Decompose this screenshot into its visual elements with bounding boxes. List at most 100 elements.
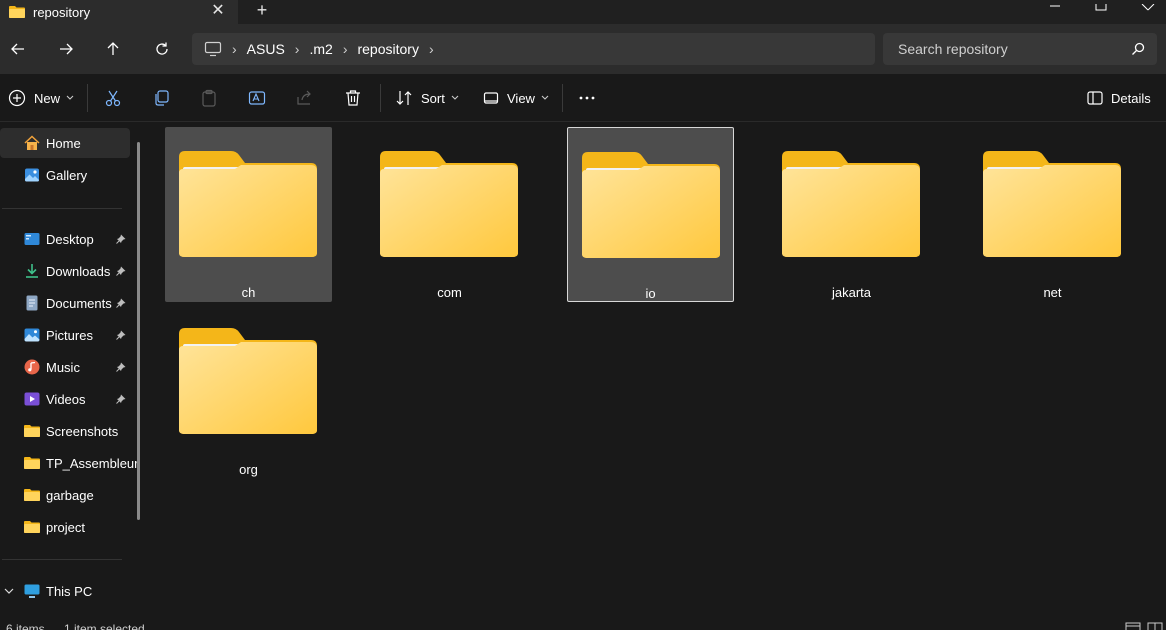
scissors-icon (105, 90, 121, 107)
folder-item[interactable]: net (969, 127, 1136, 302)
videos-icon (24, 392, 40, 406)
copy-button[interactable] (152, 86, 170, 110)
share-icon (297, 90, 311, 105)
downloads-icon (26, 264, 38, 278)
view-button[interactable]: View (483, 86, 549, 110)
sidebar-item-label: Pictures (46, 327, 93, 343)
new-tab-button[interactable]: + (252, 0, 272, 22)
sidebar-item-label: Gallery (46, 167, 88, 183)
sidebar-item-screenshots[interactable]: Screenshots (0, 416, 130, 446)
breadcrumb-m2[interactable]: .m2 (309, 41, 332, 57)
chevron-right-icon[interactable]: › (343, 41, 348, 57)
sidebar-item-garbage[interactable]: garbage (0, 480, 130, 510)
sidebar-item-desktop[interactable]: Desktop (0, 224, 130, 254)
chevron-right-icon[interactable]: › (429, 41, 434, 57)
folder-item[interactable]: com (366, 127, 533, 302)
sidebar-item-music[interactable]: Music (0, 352, 130, 382)
rename-icon (248, 91, 266, 105)
folder-icon (24, 425, 40, 437)
delete-button[interactable] (344, 86, 362, 110)
sidebar-item-videos[interactable]: Videos (0, 384, 130, 414)
sort-button[interactable]: Sort (395, 86, 459, 110)
paste-button[interactable] (200, 86, 218, 110)
selection-count: 1 item selected (64, 622, 145, 630)
search-icon (1132, 42, 1145, 55)
search-box[interactable]: Search repository (883, 33, 1157, 65)
sidebar-item-documents[interactable]: Documents (0, 288, 130, 318)
breadcrumb-repository[interactable]: repository (357, 41, 418, 57)
plus-circle-icon (8, 89, 26, 107)
pin-icon[interactable] (116, 266, 126, 276)
rename-button[interactable] (248, 86, 266, 110)
sidebar-item-home[interactable]: Home (0, 128, 130, 158)
chevron-right-icon[interactable]: › (232, 41, 237, 57)
arrow-up-icon (107, 42, 119, 55)
sidebar-item-this-pc[interactable]: This PC (0, 576, 130, 606)
refresh-button[interactable] (150, 37, 174, 61)
sidebar-scrollbar[interactable] (137, 142, 140, 520)
sidebar-item-label: garbage (46, 487, 94, 503)
pin-icon[interactable] (116, 234, 126, 244)
folder-item[interactable]: ch (165, 127, 332, 302)
chevron-down-icon (541, 95, 549, 100)
folder-name: net (1043, 285, 1062, 300)
minimize-button[interactable] (1032, 0, 1078, 8)
pin-icon[interactable] (116, 330, 126, 340)
maximize-button[interactable] (1078, 0, 1124, 11)
copy-icon (155, 90, 169, 106)
chevron-right-icon[interactable]: › (295, 41, 300, 57)
toolbar-divider (562, 84, 563, 112)
sidebar-item-pictures[interactable]: Pictures (0, 320, 130, 350)
pictures-icon (24, 328, 40, 342)
folder-icon (380, 151, 518, 257)
tab-title: repository (33, 4, 91, 20)
sidebar-item-gallery[interactable]: Gallery (0, 160, 130, 190)
trash-icon (346, 90, 360, 106)
forward-button[interactable] (54, 37, 78, 61)
close-tab-icon[interactable]: ✕ (210, 1, 226, 21)
gallery-icon (25, 168, 39, 182)
details-pane-icon (1087, 91, 1103, 105)
sidebar-divider (2, 208, 122, 209)
chevron-down-icon[interactable] (4, 587, 14, 595)
sidebar-item-project[interactable]: project (0, 512, 130, 542)
navigation-bar: › ASUS › .m2 › repository › Search repos… (0, 24, 1166, 74)
desktop-icon (24, 233, 40, 245)
folder-item[interactable]: org (165, 304, 332, 479)
status-bar: 6 items 1 item selected (0, 622, 1166, 630)
toolbar-divider (380, 84, 381, 112)
breadcrumb-asus[interactable]: ASUS (247, 41, 285, 57)
tab-repository[interactable]: repository ✕ (0, 0, 238, 24)
sidebar-item-label: Desktop (46, 231, 94, 247)
chevron-down-icon (66, 95, 74, 100)
close-window-button[interactable] (1124, 0, 1166, 11)
more-options-button[interactable] (578, 86, 596, 110)
pin-icon[interactable] (116, 362, 126, 372)
pin-icon[interactable] (116, 298, 126, 308)
list-view-icon[interactable] (1125, 622, 1141, 630)
sidebar-item-label: Screenshots (46, 423, 119, 439)
tiles-view-icon[interactable] (1147, 622, 1163, 630)
pin-icon[interactable] (116, 394, 126, 404)
folder-item[interactable]: io (567, 127, 734, 302)
search-input[interactable]: Search repository (898, 41, 1131, 57)
sidebar-item-tp-assembleur[interactable]: TP_Assembleur (0, 448, 138, 478)
sidebar-item-downloads[interactable]: Downloads (0, 256, 130, 286)
new-button[interactable]: New (8, 86, 74, 110)
up-button[interactable] (101, 37, 125, 61)
cut-button[interactable] (104, 86, 122, 110)
folder-item[interactable]: jakarta (768, 127, 935, 302)
sidebar-item-label: Documents (46, 295, 112, 311)
details-button[interactable]: Details (1087, 86, 1151, 110)
sidebar-item-label: TP_Assembleur (46, 455, 139, 471)
share-button[interactable] (296, 86, 314, 110)
computer-icon (24, 584, 40, 598)
clipboard-icon (202, 89, 216, 107)
address-bar[interactable]: › ASUS › .m2 › repository › (192, 33, 875, 65)
folder-icon (9, 6, 25, 18)
folder-icon (582, 152, 720, 258)
sidebar-divider (2, 559, 122, 560)
back-button[interactable] (6, 37, 30, 61)
arrow-left-icon (11, 43, 24, 55)
details-label: Details (1111, 90, 1151, 106)
